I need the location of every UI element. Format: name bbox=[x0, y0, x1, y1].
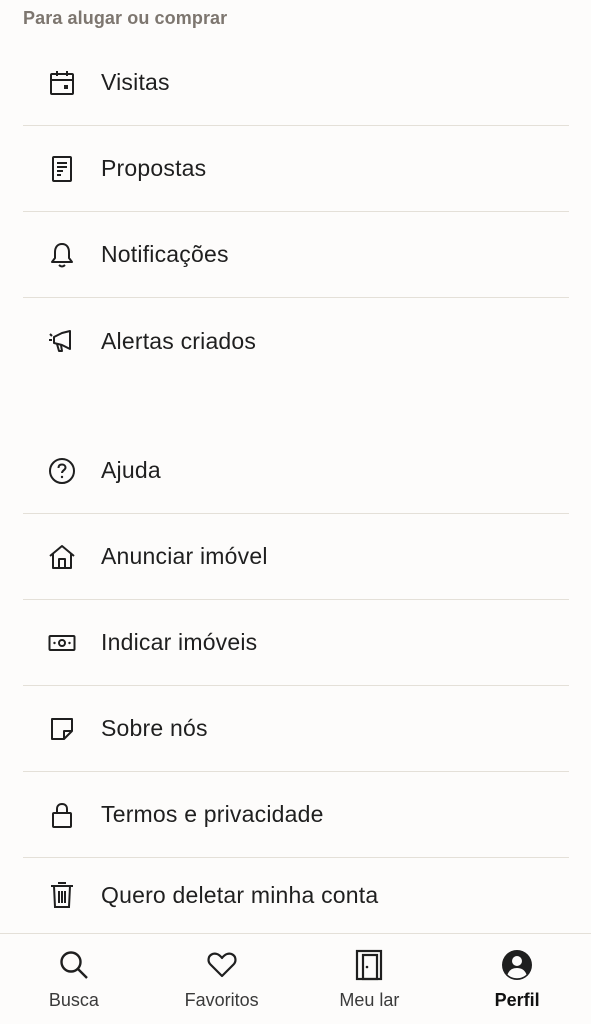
lock-icon bbox=[47, 800, 77, 830]
nav-item-favoritos[interactable]: Favoritos bbox=[148, 934, 296, 1024]
menu-item-deletar-conta[interactable]: Quero deletar minha conta bbox=[23, 857, 569, 933]
menu-item-termos[interactable]: Termos e privacidade bbox=[23, 772, 569, 858]
bell-icon bbox=[47, 240, 77, 270]
nav-label: Favoritos bbox=[184, 990, 259, 1010]
user-circle-icon bbox=[500, 948, 534, 982]
menu-item-label: Propostas bbox=[101, 155, 207, 181]
menu-item-label: Notificações bbox=[101, 241, 229, 267]
menu-item-label: Anunciar imóvel bbox=[101, 543, 268, 569]
nav-label: Perfil bbox=[494, 990, 540, 1010]
nav-label: Meu lar bbox=[339, 990, 400, 1010]
menu-item-indicar[interactable]: Indicar imóveis bbox=[23, 600, 569, 686]
trash-icon bbox=[47, 880, 77, 910]
menu-item-label: Alertas criados bbox=[101, 327, 257, 354]
menu-item-propostas[interactable]: Propostas bbox=[23, 126, 569, 212]
profile-screen: Para alugar ou comprar Visitas Propostas bbox=[0, 0, 591, 1024]
house-icon bbox=[47, 542, 77, 572]
nav-item-meu-lar[interactable]: Meu lar bbox=[296, 934, 444, 1024]
nav-label: Busca bbox=[48, 990, 99, 1010]
nav-item-busca[interactable]: Busca bbox=[0, 934, 148, 1024]
menu-item-label: Indicar imóveis bbox=[101, 629, 258, 655]
megaphone-icon bbox=[47, 326, 77, 356]
menu-item-notificacoes[interactable]: Notificações bbox=[23, 212, 569, 298]
menu-item-label: Quero deletar minha conta bbox=[101, 881, 379, 908]
nav-item-perfil[interactable]: Perfil bbox=[443, 934, 591, 1024]
question-circle-icon bbox=[47, 456, 77, 486]
money-bill-icon bbox=[47, 628, 77, 658]
menu-item-alertas[interactable]: Alertas criados bbox=[23, 298, 569, 384]
folded-square-icon bbox=[47, 714, 77, 744]
search-icon bbox=[57, 948, 91, 982]
door-icon bbox=[352, 948, 386, 982]
menu-item-label: Visitas bbox=[101, 69, 170, 95]
menu-item-sobre[interactable]: Sobre nós bbox=[23, 686, 569, 772]
heart-icon bbox=[205, 948, 239, 982]
menu-item-ajuda[interactable]: Ajuda bbox=[23, 428, 569, 514]
menu-item-visitas[interactable]: Visitas bbox=[23, 40, 569, 126]
calendar-icon bbox=[47, 68, 77, 98]
menu-item-label: Ajuda bbox=[101, 457, 161, 483]
menu-item-label: Sobre nós bbox=[101, 715, 208, 741]
section-title: Para alugar ou comprar bbox=[23, 8, 228, 28]
menu-item-label: Termos e privacidade bbox=[101, 801, 324, 827]
document-icon bbox=[47, 154, 77, 184]
menu-item-anunciar[interactable]: Anunciar imóvel bbox=[23, 514, 569, 600]
bottom-navigation: Busca Favoritos Meu lar Perfil bbox=[0, 933, 591, 1024]
